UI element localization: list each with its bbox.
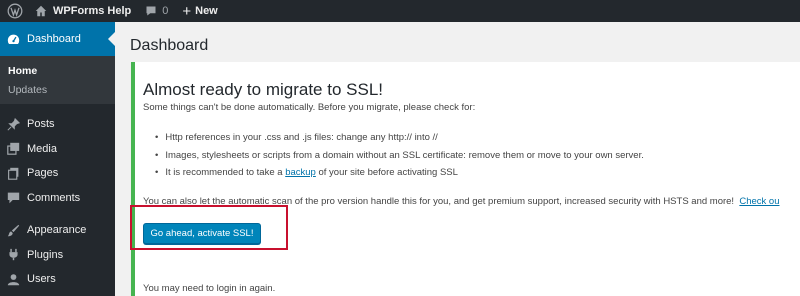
page-title: Dashboard bbox=[130, 37, 209, 54]
list-item: Images, stylesheets or scripts from a do… bbox=[155, 150, 644, 161]
brush-icon bbox=[6, 223, 20, 237]
site-name-link[interactable]: WPForms Help bbox=[28, 0, 138, 22]
media-icon bbox=[6, 142, 20, 156]
check-list: Http references in your .css and .js fil… bbox=[155, 132, 644, 185]
notice-intro: Some things can't be done automatically.… bbox=[143, 102, 476, 113]
sidebar-item-posts[interactable]: Posts bbox=[0, 112, 115, 137]
highlight-box bbox=[130, 205, 288, 250]
home-icon bbox=[35, 5, 47, 17]
backup-link[interactable]: backup bbox=[285, 167, 316, 178]
submenu-item-updates[interactable]: Updates bbox=[0, 81, 115, 100]
admin-bar: WPForms Help 0 + New bbox=[0, 0, 800, 22]
sidebar-item-label: Dashboard bbox=[27, 33, 81, 45]
comment-bubble-icon bbox=[146, 6, 156, 16]
sidebar-item-label: Users bbox=[27, 273, 56, 286]
submenu-item-home[interactable]: Home bbox=[0, 62, 115, 81]
login-note: You may need to login in again. bbox=[143, 283, 276, 294]
new-label: New bbox=[195, 5, 218, 17]
sidebar-item-label: Comments bbox=[27, 191, 81, 204]
comments-icon bbox=[6, 191, 20, 205]
dashboard-submenu: Home Updates bbox=[0, 56, 115, 104]
sidebar-item-pages[interactable]: Pages bbox=[0, 161, 115, 186]
sidebar-item-appearance[interactable]: Appearance bbox=[0, 218, 115, 243]
wordpress-logo-icon[interactable] bbox=[2, 0, 28, 22]
sidebar-item-label: Pages bbox=[27, 167, 59, 180]
list-item: It is recommended to take a backup of yo… bbox=[155, 167, 644, 178]
plugin-icon bbox=[6, 248, 20, 262]
sidebar-item-comments[interactable]: Comments bbox=[0, 186, 115, 211]
main-content: Dashboard Almost ready to migrate to SSL… bbox=[115, 22, 800, 296]
sidebar-item-plugins[interactable]: Plugins bbox=[0, 243, 115, 268]
admin-sidebar: Dashboard Home Updates Posts Media Pages… bbox=[0, 22, 115, 296]
pin-icon bbox=[6, 117, 20, 131]
new-content-link[interactable]: + New bbox=[175, 0, 224, 22]
sidebar-item-label: Plugins bbox=[27, 248, 64, 261]
pages-icon bbox=[6, 166, 20, 180]
plus-icon: + bbox=[182, 2, 192, 20]
sidebar-item-label: Appearance bbox=[27, 224, 87, 237]
sidebar-item-label: Posts bbox=[27, 118, 55, 131]
ssl-notice: Almost ready to migrate to SSL! Some thi… bbox=[131, 62, 800, 296]
sidebar-item-users[interactable]: Users bbox=[0, 267, 115, 292]
sidebar-item-dashboard[interactable]: Dashboard bbox=[0, 22, 115, 56]
user-icon bbox=[6, 272, 20, 286]
sidebar-item-media[interactable]: Media bbox=[0, 137, 115, 162]
sidebar-item-label: Media bbox=[27, 142, 57, 155]
site-name: WPForms Help bbox=[53, 5, 132, 17]
check-out-link[interactable]: Check ou bbox=[739, 196, 779, 207]
comments-count: 0 bbox=[162, 5, 169, 17]
notice-heading: Almost ready to migrate to SSL! bbox=[143, 80, 383, 99]
list-item: Http references in your .css and .js fil… bbox=[155, 132, 644, 143]
dashboard-icon bbox=[6, 32, 20, 46]
comments-link[interactable]: 0 bbox=[138, 0, 175, 22]
